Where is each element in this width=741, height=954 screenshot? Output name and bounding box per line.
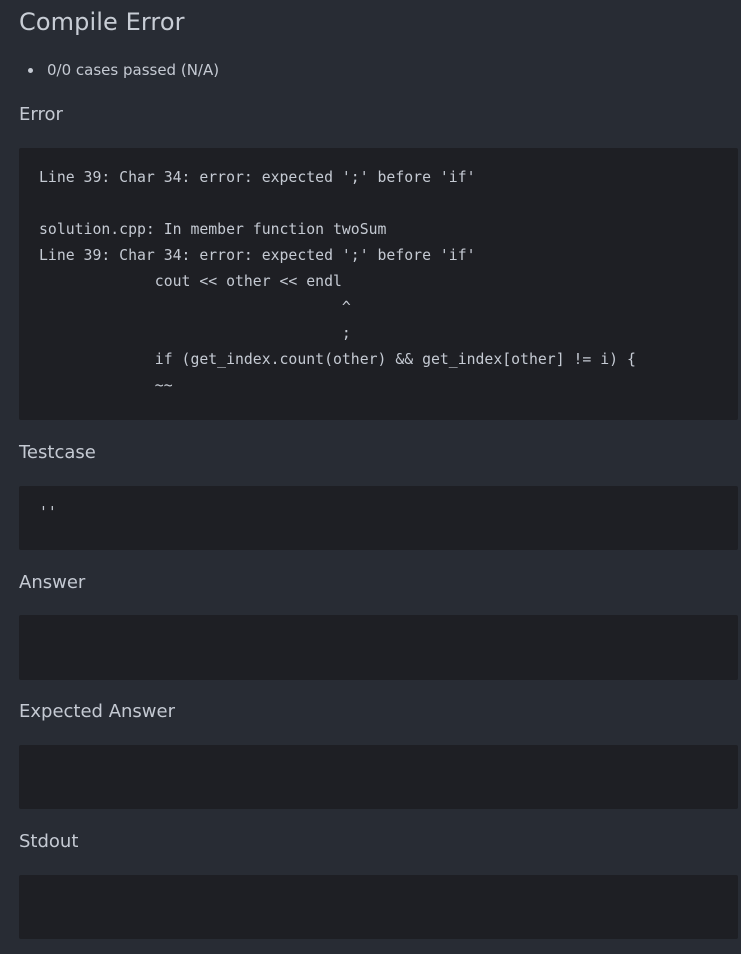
stdout-label: Stdout: [19, 831, 79, 852]
expected-answer-label: Expected Answer: [19, 701, 175, 722]
bullet-icon: [28, 68, 33, 73]
cases-summary-list: 0/0 cases passed (N/A): [28, 61, 220, 79]
answer-label: Answer: [19, 572, 86, 593]
answer-box[interactable]: [19, 615, 738, 680]
testcase-box[interactable]: '': [19, 486, 738, 550]
testcase-text: '': [39, 504, 57, 521]
page-title: Compile Error: [19, 8, 185, 36]
stdout-box[interactable]: [19, 875, 738, 939]
cases-summary-text: 0/0 cases passed (N/A): [47, 61, 220, 79]
testcase-label: Testcase: [19, 442, 96, 463]
result-panel: Compile Error 0/0 cases passed (N/A) Err…: [0, 0, 741, 954]
cases-summary-item: 0/0 cases passed (N/A): [28, 61, 220, 79]
error-label: Error: [19, 104, 63, 125]
error-output-text: Line 39: Char 34: error: expected ';' be…: [39, 169, 636, 394]
error-output-box[interactable]: Line 39: Char 34: error: expected ';' be…: [19, 148, 738, 420]
expected-answer-box[interactable]: [19, 745, 738, 809]
